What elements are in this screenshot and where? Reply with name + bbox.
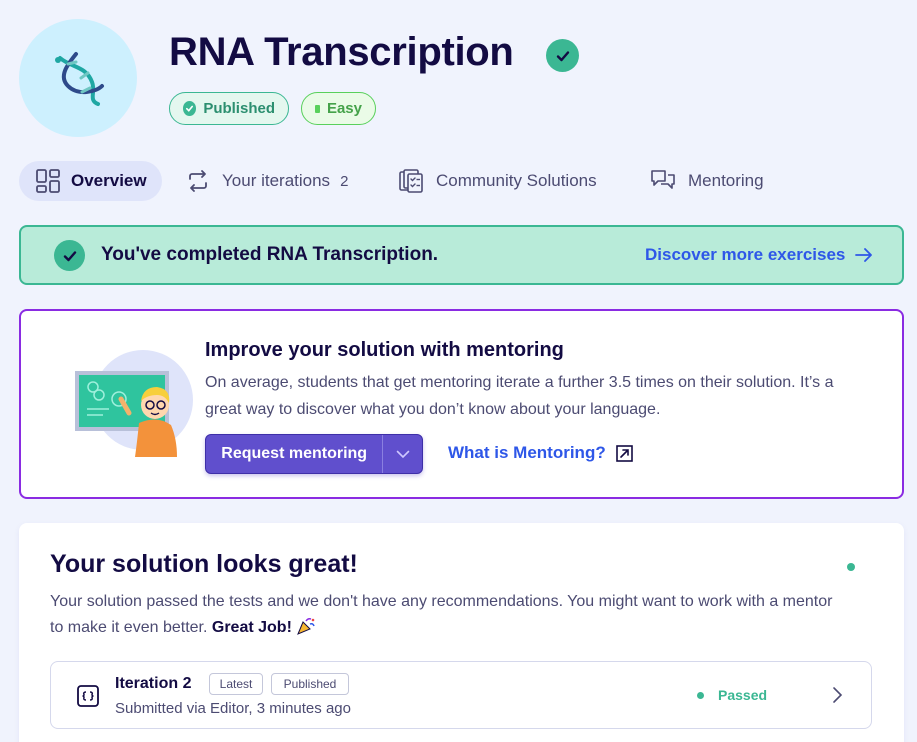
solution-description: Your solution passed the tests and we do…	[50, 589, 850, 641]
solution-title: Your solution looks great!	[50, 550, 358, 578]
iteration-submitted: Submitted via Editor, 3 minutes ago	[115, 700, 351, 717]
tab-overview[interactable]: Overview	[19, 161, 162, 201]
tab-community-label: Community Solutions	[436, 171, 597, 190]
what-is-mentoring-link[interactable]: What is Mentoring?	[448, 443, 633, 463]
mentoring-title: Improve your solution with mentoring	[205, 339, 564, 361]
code-file-icon	[77, 685, 99, 707]
completed-message: You've completed RNA Transcription.	[101, 244, 439, 265]
exercise-icon	[19, 19, 137, 137]
completed-check-icon	[546, 39, 579, 72]
mentoring-description: On average, students that get mentoring …	[205, 374, 834, 418]
chevron-down-icon	[396, 450, 409, 458]
tab-overview-label: Overview	[71, 171, 147, 190]
iterations-icon	[189, 170, 207, 192]
great-job-text: Great Job!	[211, 619, 292, 636]
tab-iterations-label: Your iterations	[222, 171, 331, 190]
exercise-title: RNA Transcription	[169, 30, 514, 74]
mentoring-icon	[651, 170, 675, 189]
passed-dot-icon	[697, 691, 704, 699]
solution-description-text: Your solution passed the tests and we do…	[50, 593, 833, 636]
request-mentoring-label: Request mentoring	[221, 445, 368, 462]
tab-mentoring[interactable]: Mentoring	[650, 161, 764, 201]
external-link-icon	[615, 444, 633, 462]
tests-status: Passed	[697, 687, 767, 703]
request-mentoring-dropdown[interactable]	[382, 435, 422, 473]
status-dot	[847, 563, 855, 571]
chevron-right-icon[interactable]	[831, 686, 843, 704]
mentoring-card: Improve your solution with mentoring On …	[19, 309, 904, 499]
published-tag: Published	[271, 673, 349, 695]
iteration-row[interactable]: Iteration 2 Latest Published Submitted v…	[50, 661, 872, 729]
community-solutions-icon	[399, 169, 423, 193]
overview-icon	[36, 169, 60, 193]
difficulty-label: Easy	[326, 100, 362, 117]
tests-status-label: Passed	[718, 687, 768, 703]
tab-iterations[interactable]: Your iterations 2	[186, 161, 348, 201]
request-mentoring-button[interactable]: Request mentoring	[205, 434, 423, 474]
check-circle-icon	[54, 240, 85, 271]
discover-more-link[interactable]: Discover more exercises	[645, 245, 873, 265]
solution-card: Your solution looks great! Your solution…	[19, 523, 904, 742]
tab-community-solutions[interactable]: Community Solutions	[398, 161, 597, 201]
party-popper-icon	[296, 618, 316, 636]
published-badge: Published	[169, 92, 289, 125]
latest-tag: Latest	[209, 673, 263, 695]
arrow-right-icon	[855, 248, 873, 262]
iteration-name: Iteration 2	[115, 675, 192, 692]
difficulty-badge: Easy	[301, 92, 376, 125]
what-is-mentoring-label: What is Mentoring?	[448, 443, 606, 462]
check-icon	[183, 101, 197, 116]
iterations-count: 2	[340, 172, 349, 190]
discover-more-label: Discover more exercises	[645, 245, 846, 264]
dna-helix-icon	[55, 52, 104, 106]
completed-banner: You've completed RNA Transcription. Disc…	[19, 225, 904, 285]
tab-mentoring-label: Mentoring	[688, 171, 764, 190]
published-badge-label: Published	[203, 100, 275, 117]
mentoring-illustration-icon	[75, 350, 193, 457]
difficulty-icon	[315, 104, 320, 113]
